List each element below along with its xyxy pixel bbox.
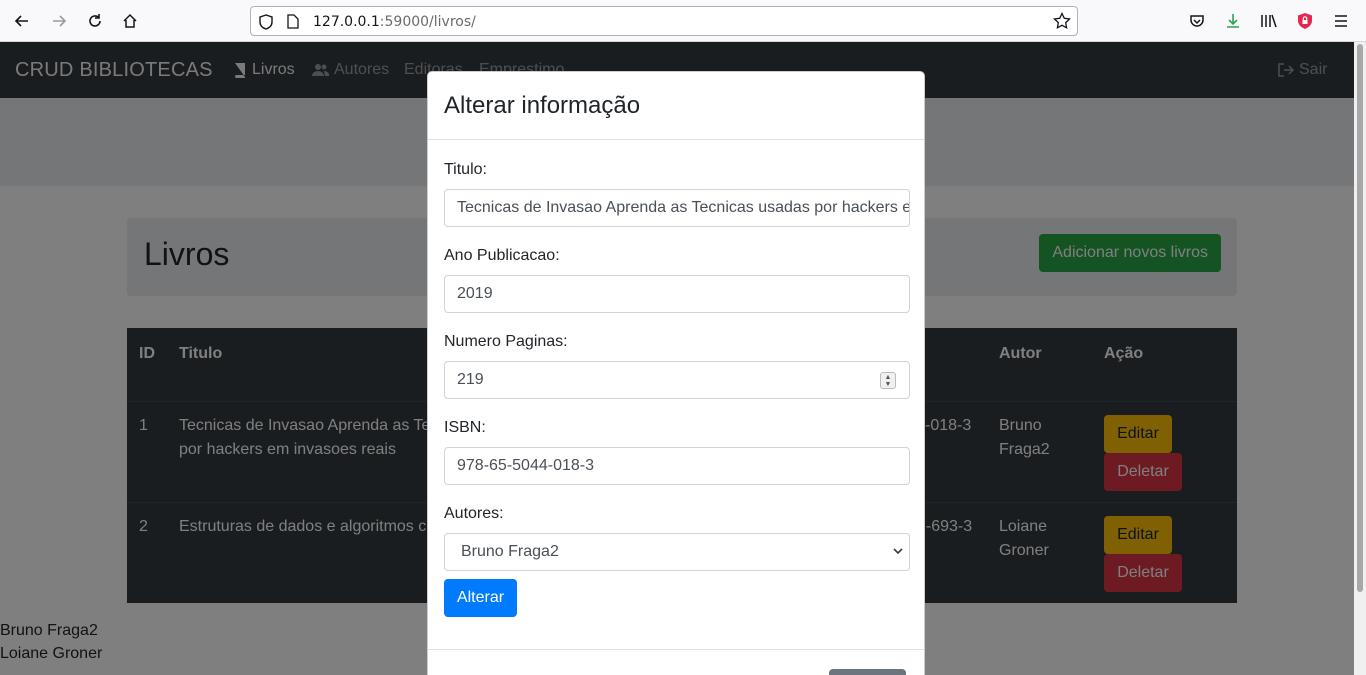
autores-select[interactable]: Bruno Fraga2 xyxy=(444,533,910,571)
titulo-input[interactable]: Tecnicas de Invasao Aprenda as Tecnicas … xyxy=(444,189,910,227)
ano-publicacao-input[interactable]: 2019 xyxy=(444,275,910,313)
reload-button[interactable] xyxy=(83,9,107,33)
isbn-input[interactable]: 978-65-5044-018-3 xyxy=(444,447,910,485)
url-path: :59000/livros/ xyxy=(379,14,476,30)
back-button[interactable] xyxy=(10,9,34,33)
shield-icon xyxy=(259,14,273,30)
menu-icon[interactable] xyxy=(1330,10,1352,32)
download-icon[interactable] xyxy=(1222,10,1244,32)
ano-publicacao-label: Ano Publicacao: xyxy=(444,247,560,264)
scrollbar-thumb[interactable] xyxy=(1357,44,1363,592)
modal-title: Alterar informação xyxy=(444,92,641,119)
browser-toolbar: 127.0.0.1:59000/livros/ xyxy=(0,0,1366,42)
modal-header: Alterar informação xyxy=(428,72,924,140)
numero-paginas-label: Numero Paginas: xyxy=(444,333,568,350)
home-button[interactable] xyxy=(118,9,142,33)
library-icon[interactable] xyxy=(1258,10,1280,32)
url-host: 127.0.0.1 xyxy=(313,14,380,30)
pocket-icon[interactable] xyxy=(1186,10,1208,32)
page-scrollbar[interactable] xyxy=(1354,42,1366,675)
spinner-up-icon[interactable]: ▲ xyxy=(885,374,892,381)
url-text: 127.0.0.1:59000/livros/ xyxy=(313,14,476,30)
isbn-label: ISBN: xyxy=(444,419,486,436)
alterar-button[interactable]: Alterar xyxy=(444,579,517,617)
spinner-down-icon[interactable]: ▼ xyxy=(885,381,892,388)
address-bar[interactable]: 127.0.0.1:59000/livros/ xyxy=(250,6,1078,36)
forward-button[interactable] xyxy=(47,9,71,33)
extension-shield-icon[interactable] xyxy=(1294,10,1316,32)
chevron-down-icon xyxy=(893,548,903,555)
page-icon xyxy=(287,14,299,29)
close-button[interactable] xyxy=(829,669,906,675)
bookmark-star-icon[interactable] xyxy=(1053,12,1071,30)
forward-arrow-icon xyxy=(53,15,67,27)
number-spinner[interactable]: ▲ ▼ xyxy=(880,372,896,389)
numero-paginas-input[interactable]: 219 ▲ ▼ xyxy=(444,361,910,399)
back-arrow-icon xyxy=(14,15,28,27)
autores-selected-value: Bruno Fraga2 xyxy=(461,543,559,560)
autores-label: Autores: xyxy=(444,505,504,522)
home-icon xyxy=(123,13,137,28)
edit-book-modal: Alterar informação Titulo: Tecnicas de I… xyxy=(427,71,925,675)
modal-footer-divider xyxy=(428,649,924,650)
numero-paginas-value: 219 xyxy=(457,371,484,388)
titulo-label: Titulo: xyxy=(444,161,487,178)
page-content: CRUD BIBLIOTECAS Livros Autores Editoras… xyxy=(0,42,1354,675)
reload-icon xyxy=(89,14,101,27)
